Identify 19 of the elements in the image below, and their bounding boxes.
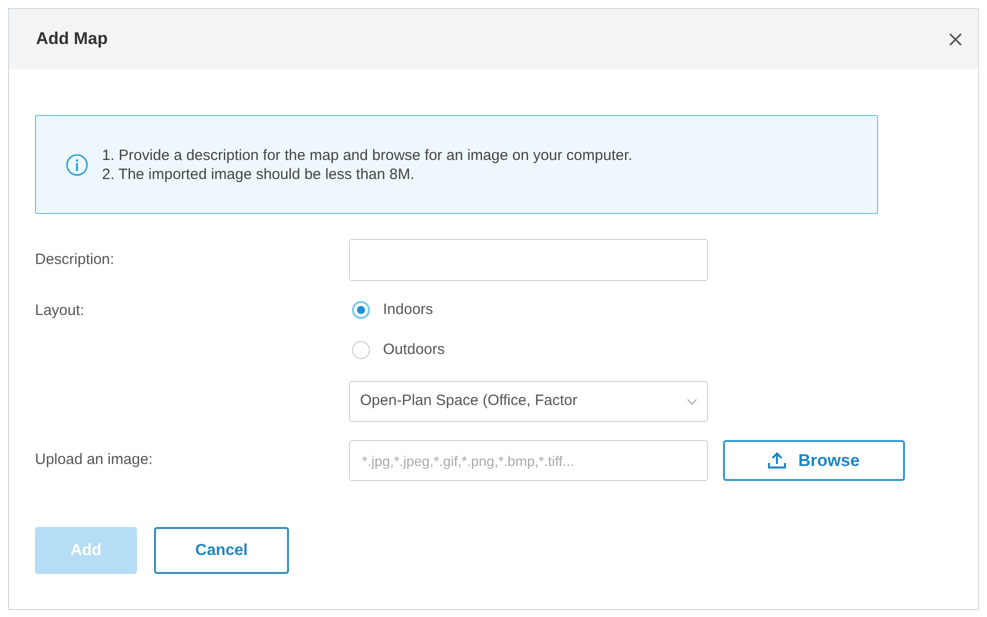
radio-label[interactable]: Indoors (383, 298, 434, 322)
environment-select[interactable]: Open-Plan Space (Office, Factor (349, 381, 708, 422)
browse-button[interactable]: Browse (723, 440, 905, 481)
field-label: Description: (35, 250, 116, 270)
file-path-input[interactable]: *.jpg,*.jpeg,*.gif,*.png,*.bmp,*.tiff... (349, 440, 708, 481)
info-text: 2. The imported image should be less than 8M. (102, 164, 416, 184)
chevron-down-icon (687, 398, 697, 404)
radio-button[interactable] (352, 301, 370, 319)
field-label: Upload an image: (35, 450, 154, 470)
info-text: 1. Provide a description for the map and browse for an image on your computer. (102, 146, 632, 164)
description-input[interactable] (349, 239, 708, 281)
cancel-button[interactable]: Cancel (154, 527, 289, 574)
field-label: Layout: (35, 301, 86, 321)
info-icon (66, 154, 88, 176)
dialog-title: Add Map (36, 28, 108, 50)
radio-button[interactable] (352, 341, 370, 359)
upload-icon (768, 452, 786, 469)
close-icon[interactable] (949, 32, 962, 46)
radio-label[interactable]: Outdoors (383, 338, 445, 362)
